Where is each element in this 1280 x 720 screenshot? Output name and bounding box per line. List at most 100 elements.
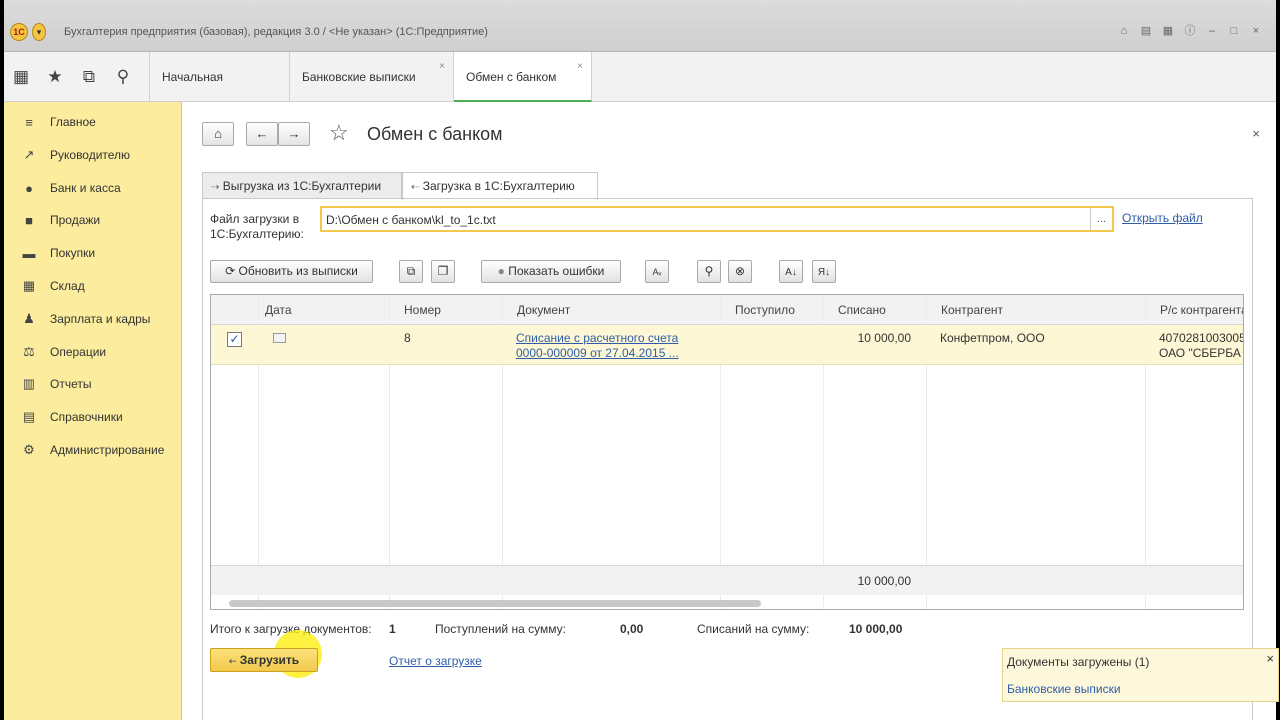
sidebar-item-operations[interactable]: ⚖ Операции <box>20 342 106 362</box>
column-account[interactable]: Р/с контрагента <box>1145 295 1243 324</box>
table-header: Дата Номер Документ Поступило Списано Ко… <box>211 295 1243 325</box>
table-row[interactable]: ✓ 8 Списание с расчетного счета 0000-000… <box>211 325 1243 365</box>
find-button[interactable]: ⚲ <box>697 260 721 283</box>
sidebar-item-admin[interactable]: ⚙ Администрирование <box>20 440 164 460</box>
tab-label: Загрузка в 1С:Бухгалтерию <box>422 179 575 193</box>
error-icon: ● <box>497 264 505 278</box>
notification-link[interactable]: Банковские выписки <box>1007 682 1121 696</box>
sidebar-item-sales[interactable]: ■ Продажи <box>20 210 100 230</box>
sidebar-item-label: Продажи <box>50 213 101 227</box>
notification-title: Документы загружены (1) <box>1007 655 1150 669</box>
coin-icon: ● <box>25 180 33 196</box>
cancel-search-button[interactable]: ⊗ <box>728 260 752 283</box>
close-form-icon[interactable]: × <box>1252 126 1260 141</box>
sidebar-item-catalogs[interactable]: ▤ Справочники <box>20 407 123 427</box>
copy-button[interactable]: ⧉ <box>399 260 423 283</box>
sort-desc-button[interactable]: Я↓ <box>812 260 836 283</box>
load-button[interactable]: ⇠ Загрузить <box>210 648 318 672</box>
tab-export[interactable]: ⇢ Выгрузка из 1С:Бухгалтерии <box>202 172 402 199</box>
title-bar: 1С ▾ Бухгалтерия предприятия (базовая), … <box>4 0 1276 52</box>
refresh-icon: ⟳ <box>225 264 236 278</box>
column-written-off[interactable]: Списано <box>823 295 926 324</box>
open-file-link[interactable]: Открыть файл <box>1122 211 1203 225</box>
tab-label: Банковские выписки <box>302 70 416 84</box>
row-select-checkbox[interactable]: ✓ <box>227 332 242 347</box>
menu-icon: ≡ <box>25 114 33 130</box>
home-button[interactable]: ⌂ <box>202 122 234 146</box>
row-written-off: 10 000,00 <box>857 331 911 345</box>
close-tab-icon[interactable]: × <box>577 42 583 92</box>
browse-button[interactable]: ... <box>1090 208 1112 230</box>
close-notification-icon[interactable]: × <box>1266 651 1274 666</box>
footer-total: 10 000,00 <box>857 574 911 588</box>
sort-asc-button[interactable]: A↓ <box>779 260 803 283</box>
file-path-input[interactable]: D:\Обмен с банком\kl_to_1c.txt ... <box>320 206 1114 232</box>
sidebar-item-warehouse[interactable]: ▦ Склад <box>20 276 85 296</box>
spellcheck-button[interactable]: Aᵥ <box>645 260 669 283</box>
maximize-icon[interactable]: □ <box>1226 24 1242 38</box>
forward-button[interactable]: → <box>278 122 310 146</box>
tab-label: Обмен с банком <box>466 70 557 84</box>
row-number: 8 <box>404 331 411 345</box>
history-icon[interactable]: ▤ <box>1138 24 1154 38</box>
column-date[interactable]: Дата <box>258 295 389 324</box>
column-received[interactable]: Поступило <box>720 295 823 324</box>
close-window-icon[interactable]: × <box>1248 24 1264 38</box>
duplicate-icon: ❐ <box>437 264 449 278</box>
tab-bank-exchange[interactable]: Обмен с банком × <box>454 52 592 102</box>
back-button[interactable]: ← <box>246 122 278 146</box>
calculator-icon[interactable]: ▦ <box>1160 24 1176 38</box>
spellcheck-icon: Aᵥ <box>652 267 662 277</box>
magnifier-cancel-icon: ⊗ <box>734 264 746 278</box>
history-icon[interactable]: ⧉ <box>80 67 98 87</box>
favorite-star-icon[interactable]: ☆ <box>329 120 349 146</box>
copy-icon: ⧉ <box>406 264 416 278</box>
info-icon[interactable]: ⓘ <box>1182 24 1198 38</box>
load-report-link[interactable]: Отчет о загрузке <box>389 654 482 668</box>
refresh-from-statement-button[interactable]: ⟳ Обновить из выписки <box>210 260 373 283</box>
refresh-button-label: Обновить из выписки <box>238 264 358 278</box>
window-title: Бухгалтерия предприятия (базовая), редак… <box>64 26 488 38</box>
row-account: 40702810030050 <box>1159 331 1244 345</box>
search-icon[interactable]: ⚲ <box>114 67 132 87</box>
sort-asc-icon: A↓ <box>785 267 797 278</box>
close-tab-icon[interactable]: × <box>439 42 445 92</box>
notification-popup: Документы загружены (1) × Банковские вып… <box>1002 648 1279 702</box>
1c-logo-icon[interactable]: 1С <box>10 23 28 41</box>
title-tools: ⌂ ▤ ▦ ⓘ – □ × <box>1116 24 1264 38</box>
sidebar-item-bank[interactable]: ● Банк и касса <box>20 178 121 198</box>
row-counterparty: Конфетпром, ООО <box>940 331 1045 345</box>
show-errors-button[interactable]: ● Показать ошибки <box>481 260 621 283</box>
tab-import[interactable]: ⇠ Загрузка в 1С:Бухгалтерию <box>402 172 598 200</box>
arrow-left-icon: ← <box>255 126 269 141</box>
horizontal-scrollbar[interactable] <box>229 600 761 607</box>
row-document-link[interactable]: Списание с расчетного счета <box>516 331 678 345</box>
main-menu-icon[interactable]: ▾ <box>32 23 46 41</box>
tab-bank-statements[interactable]: Банковские выписки × <box>290 52 454 102</box>
favorites-star-icon[interactable]: ★ <box>46 67 64 87</box>
column-document[interactable]: Документ <box>502 295 720 324</box>
chart-icon: ▥ <box>22 376 36 391</box>
duplicate-button[interactable]: ❐ <box>431 260 455 283</box>
warehouse-icon: ▦ <box>22 278 36 293</box>
show-errors-label: Показать ошибки <box>508 264 605 278</box>
minimize-icon[interactable]: – <box>1204 24 1220 38</box>
file-label: Файл загрузки в <box>210 212 300 226</box>
sort-desc-icon: Я↓ <box>817 267 831 278</box>
sidebar-item-label: Главное <box>50 115 96 129</box>
trend-icon: ↗ <box>23 147 35 162</box>
column-number[interactable]: Номер <box>389 295 502 324</box>
apps-grid-icon[interactable]: ▦ <box>12 67 30 87</box>
arrow-right-icon: → <box>287 126 301 141</box>
column-counterparty[interactable]: Контрагент <box>926 295 1145 324</box>
sidebar-item-purchases[interactable]: ▬ Покупки <box>20 243 96 263</box>
sidebar-item-reports[interactable]: ▥ Отчеты <box>20 374 92 394</box>
tab-home-page[interactable]: Начальная страница <box>150 52 290 134</box>
sidebar-item-main[interactable]: ≡ Главное <box>20 112 96 132</box>
sidebar-item-salary[interactable]: ♟ Зарплата и кадры <box>20 309 150 329</box>
docs-count-value: 1 <box>389 622 396 636</box>
row-account-bank: ОАО "СБЕРБА <box>1159 346 1241 360</box>
row-document-link-2[interactable]: 0000-000009 от 27.04.2015 ... <box>516 346 679 360</box>
sidebar-item-manager[interactable]: ↗ Руководителю <box>20 145 131 165</box>
home-icon[interactable]: ⌂ <box>1116 24 1132 38</box>
